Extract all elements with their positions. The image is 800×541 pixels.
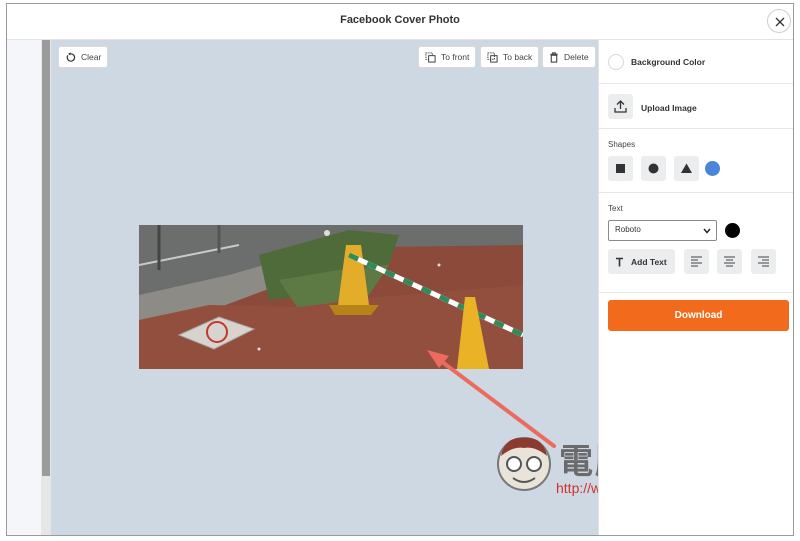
cover-canvas[interactable]: Clear To front To back Delete <box>51 40 737 535</box>
align-left-icon <box>691 256 702 267</box>
shape-color-picker[interactable] <box>705 161 720 176</box>
background-color-section[interactable]: Background Color <box>599 40 793 84</box>
window-title: Facebook Cover Photo <box>340 14 460 26</box>
add-triangle-button[interactable] <box>674 156 699 181</box>
align-center-button[interactable] <box>717 249 742 274</box>
add-text-button[interactable]: Add Text <box>608 249 675 274</box>
background-color-swatch[interactable] <box>608 54 624 70</box>
shapes-heading: Shapes <box>608 140 636 149</box>
align-center-icon <box>724 256 735 267</box>
text-color-picker[interactable] <box>725 223 740 238</box>
text-t-icon <box>616 257 623 266</box>
square-icon <box>616 164 625 173</box>
left-gutter <box>7 40 41 535</box>
download-button[interactable]: Download <box>608 300 789 331</box>
scrollbar-thumb[interactable] <box>42 40 50 476</box>
align-left-button[interactable] <box>684 249 709 274</box>
text-section: Text <box>599 193 793 293</box>
properties-panel: Background Color Upload Image Shapes Tex… <box>598 40 793 535</box>
close-button[interactable] <box>767 9 791 33</box>
upload-icon <box>614 100 627 113</box>
upload-image-label: Upload Image <box>641 103 697 113</box>
align-right-icon <box>758 256 769 267</box>
title-bar: Facebook Cover Photo <box>7 4 793 40</box>
upload-image-section: Upload Image <box>599 84 793 129</box>
add-circle-button[interactable] <box>641 156 666 181</box>
upload-image-button[interactable] <box>608 94 633 119</box>
editor-window: Facebook Cover Photo Clear To front To b… <box>6 3 794 536</box>
font-family-select[interactable]: Roboto <box>608 220 717 241</box>
align-right-button[interactable] <box>751 249 776 274</box>
font-family-value: Roboto <box>615 225 641 234</box>
mascot-logo <box>497 437 551 491</box>
circle-icon <box>648 163 659 174</box>
add-square-button[interactable] <box>608 156 633 181</box>
text-heading: Text <box>608 204 623 213</box>
triangle-icon <box>681 163 692 173</box>
close-icon <box>775 17 785 27</box>
background-color-label: Background Color <box>631 57 706 67</box>
add-text-label: Add Text <box>631 256 667 267</box>
shapes-section: Shapes <box>599 129 793 193</box>
chevron-down-icon <box>703 228 711 234</box>
